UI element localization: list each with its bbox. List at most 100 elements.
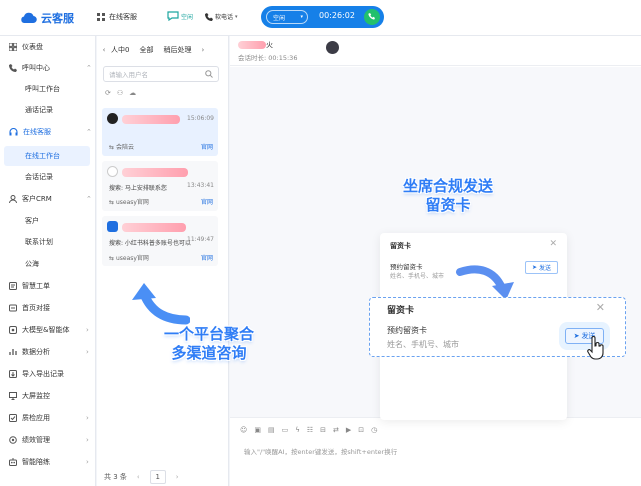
image-icon[interactable]: ▣: [254, 426, 261, 434]
sidebar-item-tickets[interactable]: 智慧工单: [0, 276, 96, 296]
tab-in-progress[interactable]: 人中0: [111, 45, 129, 55]
answer-call-button[interactable]: [364, 9, 380, 25]
cloud-sync-icon[interactable]: ☁: [129, 89, 136, 97]
sidebar-item-call-records[interactable]: 通话记录: [0, 100, 96, 120]
send-icon: ➤: [573, 332, 580, 340]
message-app-icon: [107, 221, 118, 232]
app-name: 云客服: [41, 12, 74, 25]
nav-online-service[interactable]: 在线客服: [97, 12, 137, 22]
sidebar-item-dashboard[interactable]: 仪表盘: [0, 37, 96, 57]
sidebar-item-label: 数据分析: [22, 348, 50, 356]
tab-later[interactable]: 稍后处理: [163, 45, 191, 55]
form-icon[interactable]: ☷: [307, 426, 313, 434]
conversation-time: 11:49:47: [187, 236, 214, 243]
total-count: 共 3 条: [104, 473, 127, 481]
card-icon[interactable]: ⊟: [320, 426, 326, 434]
message-composer[interactable]: ☺ ▣ ▤ ▭ ϟ ☷ ⊟ ⇄ ▶ ⊡ ◷ 输入"/"唤醒AI，按enter键发…: [230, 417, 641, 486]
chevron-up-icon: ⌃: [86, 64, 92, 72]
sidebar-item-contact-plan[interactable]: 联系计划: [0, 232, 96, 252]
sidebar-item-performance[interactable]: 绩效管理 ›: [0, 430, 96, 450]
next-page-icon[interactable]: ›: [176, 473, 179, 481]
send-icon: ➤: [531, 264, 537, 271]
phone-icon: [205, 12, 213, 21]
sidebar-item-label: 绩效管理: [22, 436, 50, 444]
sidebar-item-label: 通话记录: [25, 106, 53, 114]
sidebar-item-customers[interactable]: 客户: [0, 211, 96, 231]
conversation-item[interactable]: 搜索: 小红书科普多账号也可以 11:49:47 ⇆ useasy官网 官网: [102, 216, 218, 266]
chat-header: 火 会话时长: 00:15:36: [230, 36, 641, 66]
conversation-list: ‹ 人中0 全部 稍后处理 › 请输入用户名 ⟳ ⚇ ☁ 15:06:09 ⇆ …: [97, 36, 229, 486]
send-button[interactable]: ➤ 发送: [525, 261, 558, 274]
sidebar-item-online-workbench[interactable]: 在线工作台: [4, 146, 90, 166]
video-icon[interactable]: ▶: [346, 426, 351, 434]
search-input[interactable]: 请输入用户名: [103, 66, 219, 82]
agent-status[interactable]: 空闲: [167, 11, 193, 21]
import-icon: [9, 370, 17, 378]
sidebar-item-homepage-integration[interactable]: 首页对接: [0, 298, 96, 318]
chevron-right-icon: ›: [86, 458, 89, 466]
sidebar-item-online-service[interactable]: 在线客服 ⌃: [0, 122, 96, 142]
annotation-multichannel: 一个平台聚合 多渠道咨询: [163, 325, 254, 362]
chevron-down-icon: ▾: [235, 13, 238, 20]
customer-avatar[interactable]: [326, 41, 339, 54]
sidebar-item-quality-check[interactable]: 质检应用 ›: [0, 408, 96, 428]
chat-bubble-icon: [167, 11, 179, 21]
phone-icon: [9, 64, 17, 72]
conversation-source: ⇆ 会陪云: [109, 144, 134, 151]
conversation-channel: 官网: [200, 144, 213, 151]
list-toolbar: ⟳ ⚇ ☁: [105, 89, 136, 97]
chevron-right-icon: ›: [86, 348, 89, 356]
sidebar-item-call-center[interactable]: 呼叫中心 ⌃: [0, 58, 96, 78]
annotation-compliance: 坐席合规发送 留资卡: [402, 177, 493, 214]
sidebar-item-label: 公海: [25, 260, 39, 268]
sidebar-item-session-records[interactable]: 会话记录: [0, 167, 96, 187]
curved-arrow-icon: [132, 283, 190, 325]
sidebar-item-public-pool[interactable]: 公海: [0, 254, 96, 274]
chevron-left-icon[interactable]: ‹: [97, 46, 111, 54]
robot-icon: [9, 458, 17, 466]
sidebar-item-smart-training[interactable]: 智能陪练 ›: [0, 452, 96, 472]
conversation-source: ⇆ useasy官网: [109, 199, 149, 206]
sidebar-item-call-workbench[interactable]: 呼叫工作台: [0, 79, 96, 99]
call-state-select[interactable]: 空闲 ▾: [266, 10, 308, 24]
chevron-right-icon: ›: [86, 436, 89, 444]
transfer-icon[interactable]: ⇄: [333, 426, 339, 434]
page-number[interactable]: 1: [149, 470, 166, 484]
user-group-icon[interactable]: ⚇: [117, 89, 123, 97]
composer-toolbar: ☺ ▣ ▤ ▭ ϟ ☷ ⊟ ⇄ ▶ ⊡ ◷: [240, 426, 377, 434]
tab-all[interactable]: 全部: [139, 45, 153, 55]
conversation-item[interactable]: 15:06:09 ⇆ 会陪云 官网: [102, 108, 218, 156]
monitor-icon: [9, 392, 17, 400]
chevron-right-icon[interactable]: ›: [201, 46, 204, 54]
sidebar-item-data-analysis[interactable]: 数据分析 ›: [0, 342, 96, 362]
lightning-icon[interactable]: ϟ: [295, 426, 300, 434]
soft-phone-label: 软电话: [215, 14, 234, 21]
card-fields: 姓名、手机号、城市: [390, 273, 445, 280]
history-icon[interactable]: ◷: [371, 426, 377, 434]
screenshot-icon[interactable]: ⊡: [358, 426, 364, 434]
chevron-right-icon: ›: [86, 326, 89, 334]
refresh-icon[interactable]: ⟳: [105, 89, 111, 97]
sidebar-item-llm-agent[interactable]: 大模型&智能体 ›: [0, 320, 96, 340]
customer-name-redacted: [122, 168, 188, 177]
link-icon: ⇆: [109, 144, 115, 151]
sidebar-item-label: 在线客服: [23, 128, 51, 136]
file-icon[interactable]: ▤: [268, 426, 275, 434]
close-icon[interactable]: ✕: [596, 301, 605, 314]
soft-phone-menu[interactable]: 软电话 ▾: [205, 12, 238, 21]
call-timer: 00:26:02: [319, 11, 355, 20]
sidebar-item-big-screen[interactable]: 大屏监控: [0, 386, 96, 406]
sidebar-item-label: 客户CRM: [22, 195, 52, 203]
emoji-icon[interactable]: ☺: [240, 426, 247, 434]
close-icon[interactable]: ✕: [549, 239, 557, 249]
sidebar-item-label: 会话记录: [25, 173, 53, 181]
hand-cursor-icon: [587, 336, 604, 360]
app-logo[interactable]: 云客服: [20, 10, 74, 26]
sidebar: 仪表盘 呼叫中心 ⌃ 呼叫工作台 通话记录 在线客服 ⌃ 在线工作台 会话记录 …: [0, 36, 96, 486]
sidebar-item-label: 智能陪练: [22, 458, 50, 466]
sidebar-item-crm[interactable]: 客户CRM ⌃: [0, 189, 96, 209]
prev-page-icon[interactable]: ‹: [137, 473, 140, 481]
folder-icon[interactable]: ▭: [282, 426, 289, 434]
conversation-item[interactable]: 搜索: 马上安排联系您 13:43:41 ⇆ useasy官网 官网: [102, 161, 218, 211]
sidebar-item-import-export[interactable]: 导入导出记录: [0, 364, 96, 384]
